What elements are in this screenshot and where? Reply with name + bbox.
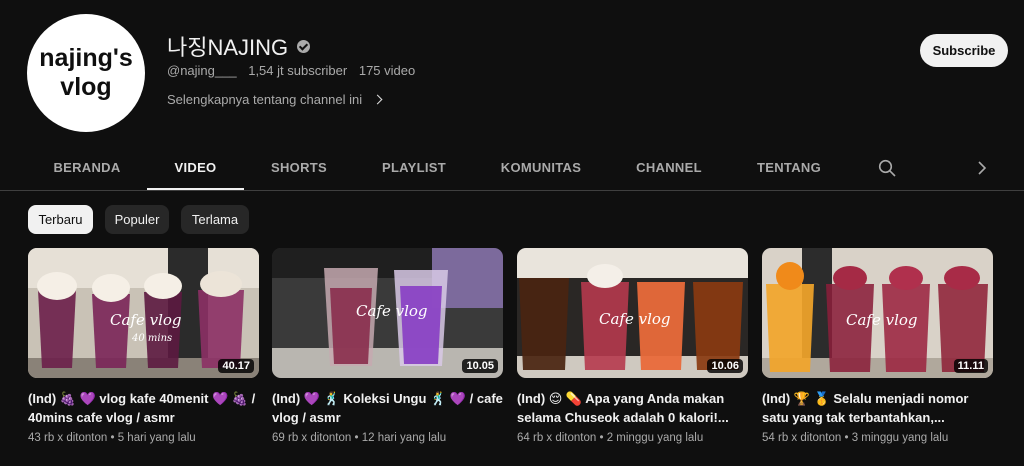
video-count: 175 video [358,63,416,78]
upload-age: 12 hari yang lalu [361,432,447,444]
tab-tentang[interactable]: TENTANG [744,145,834,190]
view-count: 64 rb x ditonton [517,432,597,444]
video-thumbnail[interactable]: Cafe vlog 11.11 [762,248,993,378]
channel-header: najing's vlog 나징NAJING @najing___ 1,54 j… [0,0,1024,145]
upload-age: 2 minggu yang lalu [606,432,704,444]
video-meta: 64 rb x ditonton • 2 minggu yang lalu [517,432,704,444]
video-card[interactable]: Cafe vlog 11.11 (Ind) 🏆 🥇 Selalu menjadi… [762,248,993,458]
subscriber-count: 1,54 jt subscriber [248,63,348,78]
video-thumbnail[interactable]: Cafe vlog 10.06 [517,248,748,378]
duration-badge: 10.06 [707,359,743,373]
video-card[interactable]: Cafe vlog 10.06 (Ind) 😌 💊 Apa yang Anda … [517,248,748,458]
channel-name: 나징NAJING [167,35,289,60]
upload-age: 5 hari yang lalu [117,432,196,444]
video-title[interactable]: (Ind) 🍇 💜 vlog kafe 40menit 💜 🍇 / 40mins… [28,389,259,427]
search-icon[interactable] [878,159,896,177]
channel-avatar[interactable]: najing's vlog [27,14,145,132]
thumbnail-overlay-text: Cafe vlog [356,302,428,320]
channel-handle: @najing___ [167,63,237,78]
chip-terlama[interactable]: Terlama [181,205,249,234]
tab-komunitas[interactable]: KOMUNITAS [488,145,594,190]
sort-chips: Terbaru Populer Terlama [0,205,1024,235]
video-card[interactable]: Cafe vlog 40 mins 40.17 (Ind) 🍇 💜 vlog k… [28,248,259,458]
channel-name-row: 나징NAJING [167,30,311,62]
duration-badge: 11.11 [953,359,988,373]
video-title[interactable]: (Ind) 🏆 🥇 Selalu menjadi nomor satu yang… [762,389,993,427]
channel-meta: @najing___ 1,54 jt subscriber 175 video [167,63,423,78]
thumbnail-overlay-subtext: 40 mins [131,333,172,344]
channel-about-link[interactable]: Selengkapnya tentang channel ini [167,92,383,107]
view-count: 43 rb x ditonton [28,432,108,444]
video-card[interactable]: Cafe vlog 10.05 (Ind) 💜 🕺 Koleksi Ungu 🕺… [272,248,503,458]
view-count: 54 rb x ditonton [762,432,842,444]
tab-channel[interactable]: CHANNEL [624,145,714,190]
video-meta: 43 rb x ditonton • 5 hari yang lalu [28,432,196,444]
duration-badge: 10.05 [462,359,498,373]
video-thumbnail[interactable]: Cafe vlog 40 mins 40.17 [28,248,259,378]
thumbnail-overlay-text: Cafe vlog [846,311,918,329]
thumbnail-overlay-text: Cafe vlog [599,310,671,328]
chip-populer[interactable]: Populer [105,205,169,234]
thumbnail-overlay-text: Cafe vlog [110,311,182,329]
tab-shorts[interactable]: SHORTS [258,145,340,190]
video-meta: 69 rb x ditonton • 12 hari yang lalu [272,432,447,444]
subscribe-button[interactable]: Subscribe [920,34,1008,67]
video-meta: 54 rb x ditonton • 3 minggu yang lalu [762,432,949,444]
chevron-right-icon [372,94,383,105]
chevron-right-icon[interactable] [975,160,989,176]
tab-beranda[interactable]: BERANDA [44,145,130,190]
duration-badge: 40.17 [218,359,254,373]
channel-tabs: BERANDA VIDEO SHORTS PLAYLIST KOMUNITAS … [0,145,1024,191]
verified-check-icon [297,39,311,53]
tab-playlist[interactable]: PLAYLIST [370,145,458,190]
upload-age: 3 minggu yang lalu [851,432,949,444]
video-title[interactable]: (Ind) 💜 🕺 Koleksi Ungu 🕺 💜 / cafe vlog /… [272,389,503,427]
chip-terbaru[interactable]: Terbaru [28,205,93,234]
tab-video[interactable]: VIDEO [147,145,244,190]
video-thumbnail[interactable]: Cafe vlog 10.05 [272,248,503,378]
avatar-text: najing's vlog [39,44,133,101]
view-count: 69 rb x ditonton [272,432,352,444]
video-title[interactable]: (Ind) 😌 💊 Apa yang Anda makan selama Chu… [517,389,748,427]
about-link-label: Selengkapnya tentang channel ini [167,92,363,107]
